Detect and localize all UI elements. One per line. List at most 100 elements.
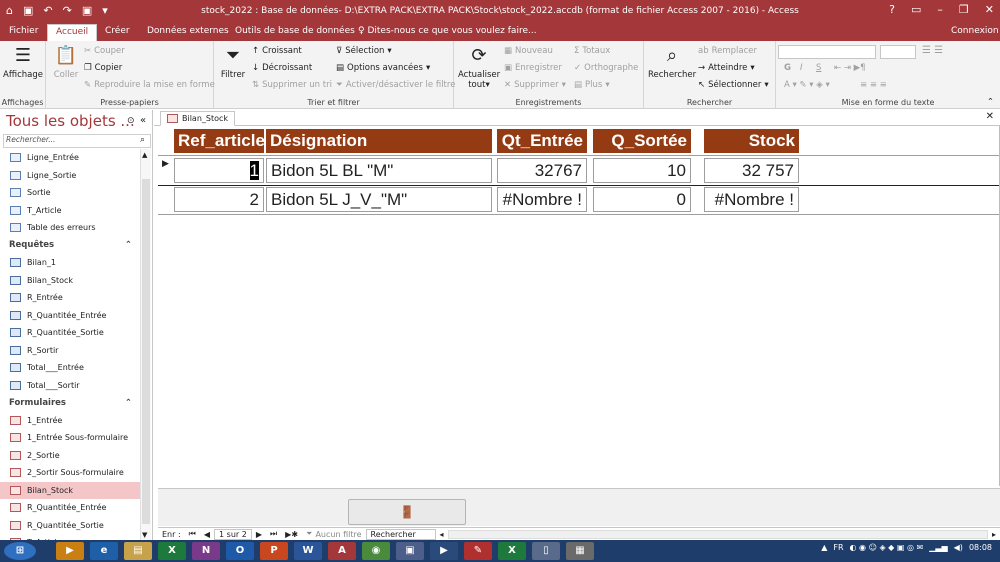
cell-ref-article[interactable]: 2 <box>174 187 264 212</box>
collapse-pane-icon[interactable]: « <box>140 115 146 126</box>
nav-item[interactable]: R_Quantitée_Entrée <box>0 499 140 517</box>
nav-search-input[interactable]: Rechercher... <box>3 134 151 148</box>
nav-item[interactable]: 1_Entrée <box>0 412 140 430</box>
nav-section-requetes[interactable]: Requêtes ⌃ <box>0 237 140 255</box>
undo-icon[interactable]: ↶ <box>43 4 52 17</box>
nav-item[interactable]: R_Quantitée_Sortie <box>0 517 140 535</box>
clock[interactable]: 08:08 <box>969 543 992 552</box>
taskbar-file-explorer[interactable]: ▤ <box>124 542 152 560</box>
cell-qt-entree[interactable]: #Nombre ! <box>497 187 587 212</box>
nav-item[interactable]: 2_Sortir Sous-formulaire <box>0 464 140 482</box>
bold-button[interactable]: G <box>784 63 791 73</box>
first-record-button[interactable]: ⏮ <box>185 529 200 539</box>
collapse-ribbon-icon[interactable]: ⌃ <box>987 97 994 107</box>
last-record-button[interactable]: ⏭ <box>266 529 281 539</box>
taskbar-app-4[interactable]: X <box>498 542 526 560</box>
affichage-button[interactable]: ☰ Affichage <box>2 45 44 80</box>
language-indicator[interactable]: FR <box>833 543 843 552</box>
close-button[interactable]: ✕ <box>985 3 994 16</box>
cell-stock[interactable]: 32 757 <box>704 158 799 183</box>
taskbar-internet-explorer[interactable]: e <box>90 542 118 560</box>
font-name-combo[interactable] <box>778 45 876 59</box>
nav-item[interactable]: Table des erreurs <box>0 219 140 237</box>
scroll-down-arrow[interactable]: ▼ <box>142 531 147 539</box>
hscroll-left-arrow[interactable]: ◂ <box>436 530 448 539</box>
supprimer-button[interactable]: ✕ Supprimer ▾ <box>504 80 566 90</box>
scroll-thumb[interactable] <box>142 179 150 524</box>
reproduire-button[interactable]: ✎ Reproduire la mise en forme <box>84 80 215 90</box>
scroll-up-arrow[interactable]: ▲ <box>142 151 147 159</box>
tray-app-icons[interactable]: ◐ ◉ ☺ ◈ ◆ ▣ ◎ ✉ <box>850 543 924 552</box>
help-button[interactable]: ? <box>889 3 895 16</box>
taskbar-onenote[interactable]: N <box>192 542 220 560</box>
sign-in-link[interactable]: Connexion <box>951 26 999 36</box>
taskbar-powerpoint[interactable]: P <box>260 542 288 560</box>
taskbar-access[interactable]: A <box>328 542 356 560</box>
tab-accueil[interactable]: Accueil <box>47 24 98 41</box>
cell-ref-article[interactable]: 1 <box>174 158 264 183</box>
plus-button[interactable]: ▤ Plus ▾ <box>574 80 610 90</box>
remplacer-button[interactable]: ab Remplacer <box>698 46 757 56</box>
nav-section-formulaires[interactable]: Formulaires ⌃ <box>0 394 140 412</box>
selectionner-button[interactable]: ↖ Sélectionner ▾ <box>698 80 769 90</box>
network-icon[interactable]: ▁▃▅ <box>929 543 947 552</box>
save-as-icon[interactable]: ▣ <box>82 4 92 17</box>
cell-qt-entree[interactable]: 32767 <box>497 158 587 183</box>
totaux-button[interactable]: Σ Totaux <box>574 46 610 56</box>
nouveau-button[interactable]: ▦ Nouveau <box>504 46 553 56</box>
no-filter-indicator[interactable]: ⏷ Aucun filtre <box>302 529 365 539</box>
croissant-button[interactable]: ↑ Croissant <box>252 46 302 56</box>
list-buttons[interactable]: ☰ ☰ <box>922 45 943 56</box>
taskbar-chrome[interactable]: ◉ <box>362 542 390 560</box>
redo-icon[interactable]: ↷ <box>63 4 72 17</box>
nav-item[interactable]: Total___Entrée <box>0 359 140 377</box>
orthographe-button[interactable]: ✓ Orthographe <box>574 63 638 73</box>
record-position-input[interactable]: 1 sur 2 <box>214 528 252 540</box>
tab-creer[interactable]: Créer <box>105 26 130 36</box>
cell-q-sortee[interactable]: 10 <box>593 158 691 183</box>
coller-button[interactable]: 📋 Coller <box>50 45 82 80</box>
taskbar-app-6[interactable]: ▦ <box>566 542 594 560</box>
indent-buttons[interactable]: ⇤ ⇥ ▶¶ <box>834 63 866 73</box>
nav-pane-title[interactable]: Tous les objets ... <box>6 112 135 130</box>
tab-bilan-stock[interactable]: Bilan_Stock <box>160 111 236 126</box>
taskbar-excel[interactable]: X <box>158 542 186 560</box>
taskbar-app-2[interactable]: ▶ <box>430 542 458 560</box>
cell-designation[interactable]: Bidon 5L BL "M" <box>266 158 492 183</box>
tell-me-search[interactable]: ♀ Dites-nous ce que vous voulez faire... <box>358 26 537 36</box>
nav-item[interactable]: R_Quantitée_Sortie <box>0 324 140 342</box>
record-search-input[interactable]: Rechercher <box>365 528 436 540</box>
save-icon[interactable]: ▣ <box>23 4 33 17</box>
supprimer-tri-button[interactable]: ⇅ Supprimer un tri <box>252 80 332 90</box>
cell-stock[interactable]: #Nombre ! <box>704 187 799 212</box>
restore-button[interactable]: ❐ <box>959 3 969 16</box>
nav-item[interactable]: Bilan_Stock <box>0 481 140 499</box>
nav-item[interactable]: Total___Sortir <box>0 377 140 395</box>
couper-button[interactable]: ✂ Couper <box>84 46 125 56</box>
underline-button[interactable]: S <box>816 63 821 73</box>
collapse-section-icon[interactable]: ⌃ <box>125 398 132 408</box>
horizontal-scrollbar[interactable] <box>447 529 988 539</box>
next-record-button[interactable]: ▶ <box>252 530 266 539</box>
cell-designation[interactable]: Bidon 5L J_V_"M" <box>266 187 492 212</box>
nav-item[interactable]: Bilan_1 <box>0 254 140 272</box>
tab-outils-bd[interactable]: Outils de base de données <box>235 26 355 36</box>
activer-filtre-button[interactable]: ⏷ Activer/désactiver le filtre <box>336 80 455 90</box>
nav-item[interactable]: 2_Sortie <box>0 447 140 465</box>
actualiser-button[interactable]: ⟳ Actualiser tout▾ <box>458 45 500 90</box>
nav-item[interactable]: R_Entrée <box>0 289 140 307</box>
cell-q-sortee[interactable]: 0 <box>593 187 691 212</box>
ribbon-display-icon[interactable]: ▭ <box>911 3 921 16</box>
collapse-section-icon[interactable]: ⌃ <box>125 240 132 250</box>
nav-item[interactable]: T_Article <box>0 202 140 220</box>
atteindre-button[interactable]: → Atteindre ▾ <box>698 63 755 73</box>
tab-donnees-externes[interactable]: Données externes <box>147 26 229 36</box>
nav-dropdown-icon[interactable]: ⊙ <box>127 116 135 126</box>
nav-scrollbar[interactable]: ▲ ▼ <box>140 149 151 540</box>
enregistrer-button[interactable]: ▣ Enregistrer <box>504 63 562 73</box>
copier-button[interactable]: ❐ Copier <box>84 63 122 73</box>
exit-form-button[interactable]: 🚪 <box>348 499 466 525</box>
filtrer-button[interactable]: ⏷ Filtrer <box>218 45 248 80</box>
taskbar-word[interactable]: W <box>294 542 322 560</box>
taskbar-media-player[interactable]: ▶ <box>56 542 84 560</box>
